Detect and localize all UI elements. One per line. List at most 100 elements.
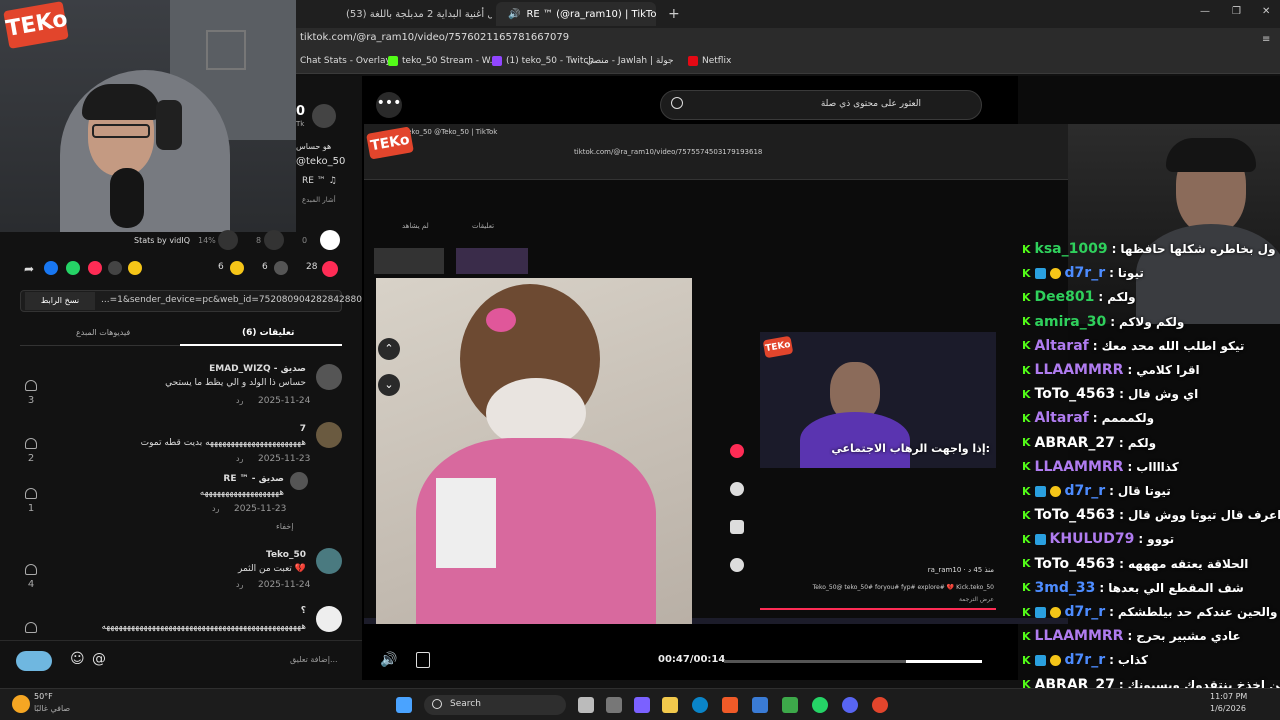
bookmark-item[interactable]: منصي - Jawlah | جولة: [586, 56, 674, 66]
minimize-icon[interactable]: —: [1200, 6, 1210, 17]
chat-username[interactable]: LLAAMMRR: [1035, 628, 1124, 644]
restore-icon[interactable]: ❐: [1232, 6, 1241, 17]
chat-username[interactable]: Altaraf: [1035, 338, 1089, 354]
chat-username[interactable]: d7r_r: [1065, 652, 1106, 668]
chat-username[interactable]: Altaraf: [1035, 410, 1089, 426]
chat-message: K Altaraf: تيكو اطلب الله محد معك: [1022, 335, 1244, 357]
mention-icon[interactable]: @: [92, 651, 106, 667]
whatsapp-icon[interactable]: [812, 697, 828, 713]
profile-handle[interactable]: @teko_50: [296, 156, 345, 167]
reply-button[interactable]: رد: [212, 504, 219, 513]
store-icon[interactable]: [752, 697, 768, 713]
chat-username[interactable]: ToTo_4563: [1035, 556, 1116, 572]
comment-like[interactable]: 3: [24, 380, 38, 406]
comment-like[interactable]: [24, 622, 38, 636]
bookmark-item[interactable]: Chat Stats - Overlay...: [300, 56, 398, 66]
comment-like[interactable]: 1: [24, 488, 38, 514]
tab-comments[interactable]: تعليقات (6): [242, 328, 294, 338]
pip-icon[interactable]: [416, 652, 430, 668]
forward-icon[interactable]: ➦: [24, 262, 34, 276]
hide-replies-button[interactable]: إخفاء: [276, 522, 293, 531]
profile-sound[interactable]: RE ™ ♫: [302, 176, 337, 186]
copy-link-button[interactable]: نسخ الرابط: [25, 292, 95, 310]
weather-icon[interactable]: [12, 695, 30, 713]
next-video-icon[interactable]: ⌄: [378, 374, 400, 396]
tab-creator-videos[interactable]: فيديوهات المبدع: [76, 328, 130, 337]
comment-avatar[interactable]: [316, 364, 342, 390]
heart-outline-icon: [25, 438, 37, 449]
comment-avatar[interactable]: [316, 548, 342, 574]
comment-like[interactable]: 2: [24, 438, 38, 464]
share-circle-icon[interactable]: [264, 230, 284, 250]
chat-username[interactable]: ToTo_4563: [1035, 386, 1116, 402]
profile-avatar[interactable]: [312, 104, 336, 128]
bookmark-item[interactable]: (1) teko_50 - Twitch: [492, 56, 594, 66]
chat-username[interactable]: KHULUD79: [1050, 531, 1135, 547]
chat-username[interactable]: ToTo_4563: [1035, 507, 1116, 523]
comment-user[interactable]: ؟: [301, 606, 306, 616]
reply-button[interactable]: رد: [236, 396, 243, 405]
embed-icon[interactable]: [108, 261, 122, 275]
repost-icon[interactable]: [88, 261, 102, 275]
facebook-icon[interactable]: [44, 261, 58, 275]
taskbar-search[interactable]: Search: [424, 695, 566, 715]
emoji-icon[interactable]: ☺: [70, 651, 85, 667]
more-options-icon[interactable]: •••: [376, 92, 402, 118]
chat-username[interactable]: ABRAR_27: [1035, 435, 1115, 451]
previous-video-icon[interactable]: ⌃: [378, 338, 400, 360]
comment-input[interactable]: إضافة تعليق...: [290, 655, 338, 664]
comment-like[interactable]: 4: [24, 564, 38, 590]
xbox-icon[interactable]: [782, 697, 798, 713]
tab-youtube[interactable]: (53) ماشل أغنية البداية 2 مدبلجة باللغة: [332, 2, 492, 26]
brave-icon[interactable]: [722, 697, 738, 713]
comment-icon[interactable]: [274, 261, 288, 275]
volume-icon[interactable]: 🔊: [380, 652, 397, 668]
comment-user[interactable]: EMAD_WIZQ - صديق: [209, 364, 306, 374]
url-input[interactable]: tiktok.com/@ra_ram10/video/7576021165781…: [300, 32, 569, 43]
chat-username[interactable]: amira_30: [1035, 314, 1107, 330]
chat-username[interactable]: d7r_r: [1065, 604, 1106, 620]
comment-avatar[interactable]: [290, 472, 308, 490]
search-box[interactable]: العثور على محتوى ذي صلة: [660, 90, 982, 120]
comment-user[interactable]: RE ™ - صديق: [223, 474, 284, 484]
chat-text: اعرف قال تيوتا ووش قال: [1127, 508, 1280, 523]
chat-username[interactable]: ksa_1009: [1035, 241, 1108, 257]
chat-username[interactable]: d7r_r: [1065, 265, 1106, 281]
comment-user[interactable]: 7: [300, 424, 306, 434]
vidiq-toggle-icon[interactable]: [16, 651, 52, 671]
task-view-icon[interactable]: [578, 697, 594, 713]
seek-bar[interactable]: [724, 660, 982, 663]
coin-icon[interactable]: [128, 261, 142, 275]
chart-icon[interactable]: [218, 230, 238, 250]
file-explorer-icon[interactable]: [662, 697, 678, 713]
play-icon[interactable]: [320, 230, 340, 250]
chat-username[interactable]: d7r_r: [1065, 483, 1106, 499]
menu-icon[interactable]: ≡: [1262, 34, 1270, 45]
new-tab-button[interactable]: +: [660, 2, 680, 26]
tab-tiktok[interactable]: 🔊 RE ™ (@ra_ram10) | TikTok ✕: [496, 2, 656, 26]
chat-username[interactable]: LLAAMMRR: [1035, 362, 1124, 378]
comment-user[interactable]: Teko_50: [266, 550, 306, 560]
widgets-icon[interactable]: [606, 697, 622, 713]
reply-button[interactable]: رد: [236, 454, 243, 463]
comment-avatar[interactable]: [316, 606, 342, 632]
search-input[interactable]: العثور على محتوى ذي صلة: [821, 99, 921, 109]
bookmark-icon[interactable]: [230, 261, 244, 275]
obs-icon[interactable]: [872, 697, 888, 713]
discord-icon[interactable]: [842, 697, 858, 713]
windows-start-icon[interactable]: [396, 697, 412, 713]
bookmark-item[interactable]: teko_50 Stream - W...: [388, 56, 498, 66]
active-tab-indicator: [180, 344, 342, 346]
bookmark-item[interactable]: Netflix: [688, 56, 731, 66]
edge-icon[interactable]: [692, 697, 708, 713]
copilot-icon[interactable]: [634, 697, 650, 713]
inner-comment-icon: [730, 482, 744, 496]
chat-username[interactable]: 3md_33: [1035, 580, 1096, 596]
chat-username[interactable]: LLAAMMRR: [1035, 459, 1124, 475]
whatsapp-icon[interactable]: [66, 261, 80, 275]
close-window-icon[interactable]: ✕: [1262, 6, 1270, 17]
comment-avatar[interactable]: [316, 422, 342, 448]
like-icon[interactable]: [322, 261, 338, 277]
reply-button[interactable]: رد: [236, 580, 243, 589]
chat-username[interactable]: Dee801: [1035, 289, 1095, 305]
